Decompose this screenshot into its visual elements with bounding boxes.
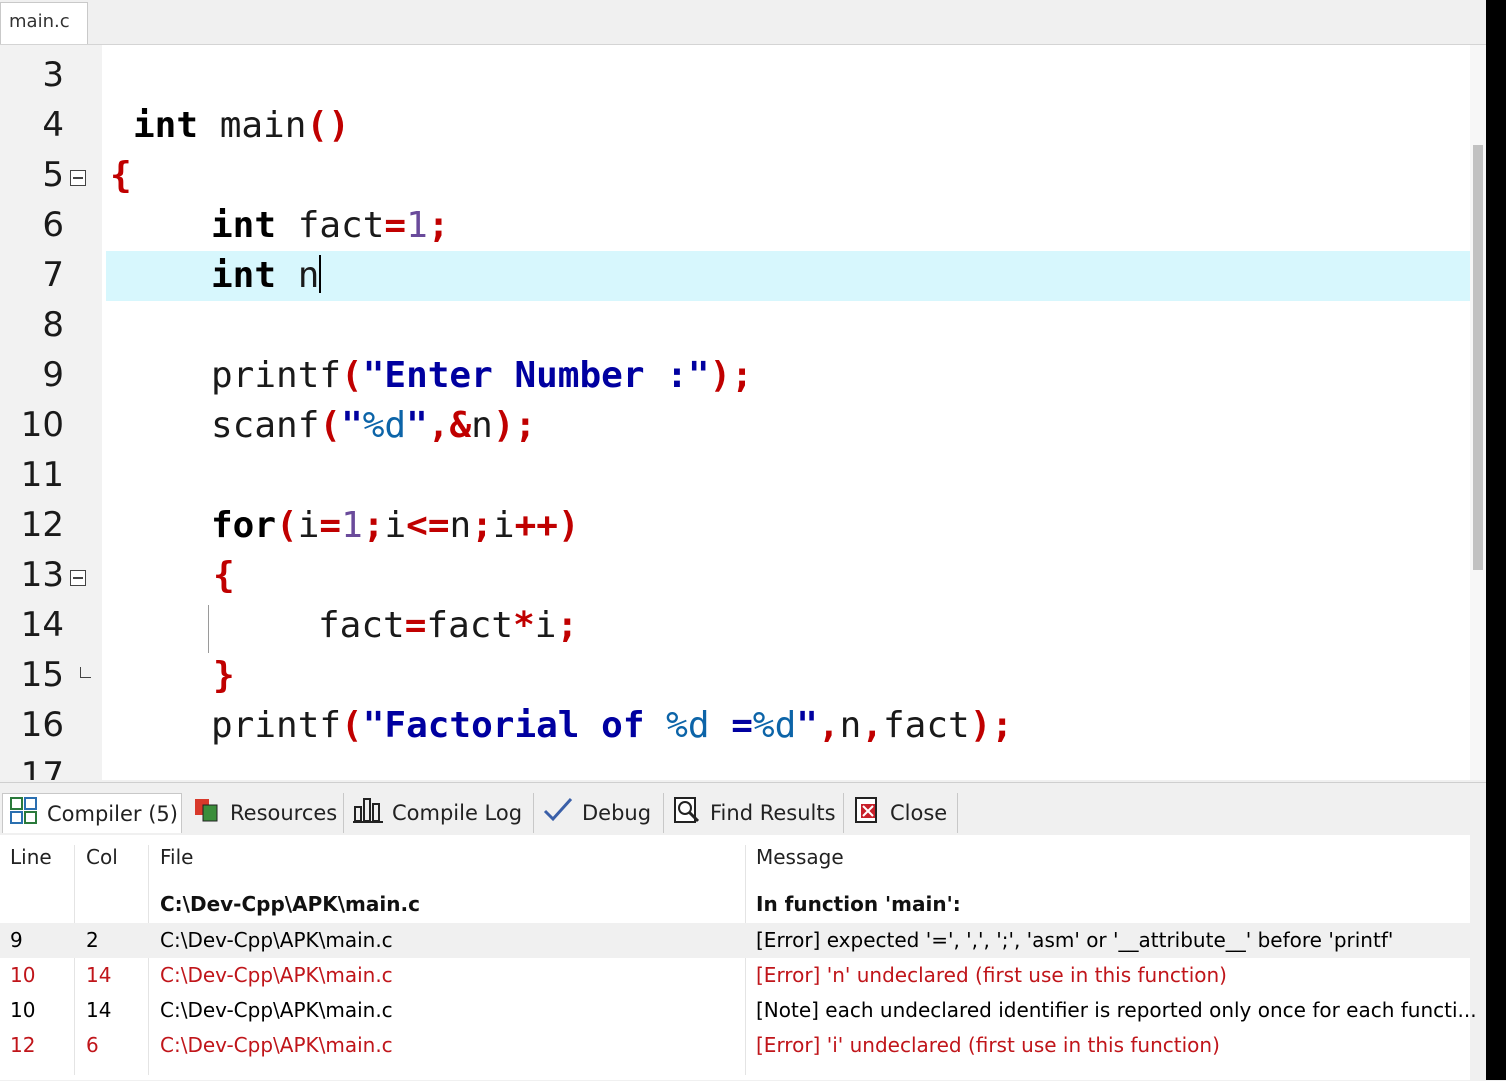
line-number: 17: [20, 755, 64, 780]
cell-message: In function 'main':: [756, 892, 961, 916]
chart-icon: [352, 795, 384, 831]
code-line-6: int fact=1;: [211, 205, 450, 246]
tab-compiler[interactable]: Compiler (5): [2, 793, 182, 833]
line-number: 6: [42, 205, 64, 245]
cell-col: 6: [86, 1033, 99, 1057]
cell-file: C:\Dev-Cpp\APK\main.c: [160, 892, 420, 916]
tab-debug-label: Debug: [582, 801, 652, 825]
cell-file: C:\Dev-Cpp\APK\main.c: [160, 1033, 393, 1057]
column-header-col[interactable]: Col: [86, 845, 118, 869]
code-line-14: fact=fact*i;: [318, 605, 579, 646]
column-header-file[interactable]: File: [160, 845, 193, 869]
cell-col: 2: [86, 928, 99, 952]
table-row[interactable]: 10 14 C:\Dev-Cpp\APK\main.c [Note] each …: [0, 993, 1477, 1028]
line-number: 13: [20, 555, 64, 595]
indent-guide: [208, 605, 209, 653]
cell-message: [Error] expected '=', ',', ';', 'asm' or…: [756, 928, 1394, 952]
tab-close-label: Close: [890, 801, 948, 825]
cell-line: 12: [10, 1033, 36, 1057]
tab-compile-log[interactable]: Compile Log: [346, 793, 534, 833]
line-number: 7: [42, 255, 64, 295]
code-line-10: scanf("%d",&n);: [211, 405, 537, 446]
cell-line: 10: [10, 998, 36, 1022]
cell-message: [Note] each undeclared identifier is rep…: [756, 998, 1477, 1022]
cell-message: [Error] 'i' undeclared (first use in thi…: [756, 1033, 1220, 1057]
cell-file: C:\Dev-Cpp\APK\main.c: [160, 928, 393, 952]
tab-compiler-label: Compiler (5): [47, 801, 178, 826]
editor-scrollbar-thumb[interactable]: [1473, 145, 1483, 570]
code-line-4: int main(): [133, 105, 350, 146]
editor-tab-strip: main.c: [0, 0, 1486, 45]
tab-main-c[interactable]: main.c: [0, 2, 88, 44]
fold-collapse-icon[interactable]: [70, 570, 86, 586]
tab-resources[interactable]: Resources: [186, 793, 344, 833]
code-line-9: printf("Enter Number :");: [211, 355, 753, 396]
code-line-16: printf("Factorial of %d =%d",n,fact);: [211, 705, 1014, 746]
cell-file: C:\Dev-Cpp\APK\main.c: [160, 963, 393, 987]
code-line-12: for(i=1;i<=n;i++): [211, 505, 580, 546]
tab-find-results[interactable]: Find Results: [666, 793, 844, 833]
line-number: 15: [20, 655, 64, 695]
code-line-7: int n: [211, 255, 322, 296]
table-row[interactable]: 9 2 C:\Dev-Cpp\APK\main.c [Error] expect…: [0, 923, 1470, 958]
find-icon: [672, 795, 702, 831]
resources-icon: [192, 795, 222, 831]
line-number: 8: [42, 305, 64, 345]
line-number: 16: [20, 705, 64, 745]
tab-compile-log-label: Compile Log: [392, 801, 523, 825]
line-number: 4: [42, 105, 64, 145]
table-row[interactable]: 12 6 C:\Dev-Cpp\APK\main.c [Error] 'i' u…: [0, 1028, 1470, 1063]
tab-close[interactable]: Close: [846, 793, 958, 833]
cell-col: 14: [86, 963, 112, 987]
tab-debug[interactable]: Debug: [536, 793, 664, 833]
fold-end-marker: [80, 667, 91, 678]
line-number: 12: [20, 505, 64, 545]
cell-line: 10: [10, 963, 36, 987]
line-number: 11: [20, 455, 64, 495]
code-line-13: {: [213, 555, 235, 596]
text-cursor: [319, 255, 322, 293]
table-row[interactable]: 10 14 C:\Dev-Cpp\APK\main.c [Error] 'n' …: [0, 958, 1470, 993]
code-editor[interactable]: 3 4 5 6 7 8 9 10 11 12 13 14 15 16 17 in…: [0, 45, 1486, 780]
code-line-15: }: [213, 655, 235, 696]
line-number: 9: [42, 355, 64, 395]
line-number: 14: [20, 605, 64, 645]
cell-message: [Error] 'n' undeclared (first use in thi…: [756, 963, 1227, 987]
check-icon: [542, 795, 574, 831]
close-icon: [852, 795, 882, 831]
code-line-5: {: [110, 155, 132, 196]
bottom-panel-tabs: Compiler (5) Resources Compile Log Debug…: [0, 793, 1486, 835]
column-header-message[interactable]: Message: [756, 845, 844, 869]
cell-col: 14: [86, 998, 112, 1022]
line-number: 10: [20, 405, 64, 445]
window-edge: [1486, 0, 1506, 1080]
line-number: 3: [42, 55, 64, 95]
cell-line: 9: [10, 928, 23, 952]
cell-file: C:\Dev-Cpp\APK\main.c: [160, 998, 393, 1022]
grid-icon: [9, 796, 39, 832]
column-header-line[interactable]: Line: [10, 845, 52, 869]
table-row[interactable]: C:\Dev-Cpp\APK\main.c In function 'main'…: [0, 887, 1470, 922]
compiler-messages-table: Line Col File Message C:\Dev-Cpp\APK\mai…: [0, 835, 1477, 1080]
tab-find-results-label: Find Results: [710, 801, 836, 825]
fold-collapse-icon[interactable]: [70, 170, 86, 186]
tab-resources-label: Resources: [230, 801, 338, 825]
line-number: 5: [42, 155, 64, 195]
